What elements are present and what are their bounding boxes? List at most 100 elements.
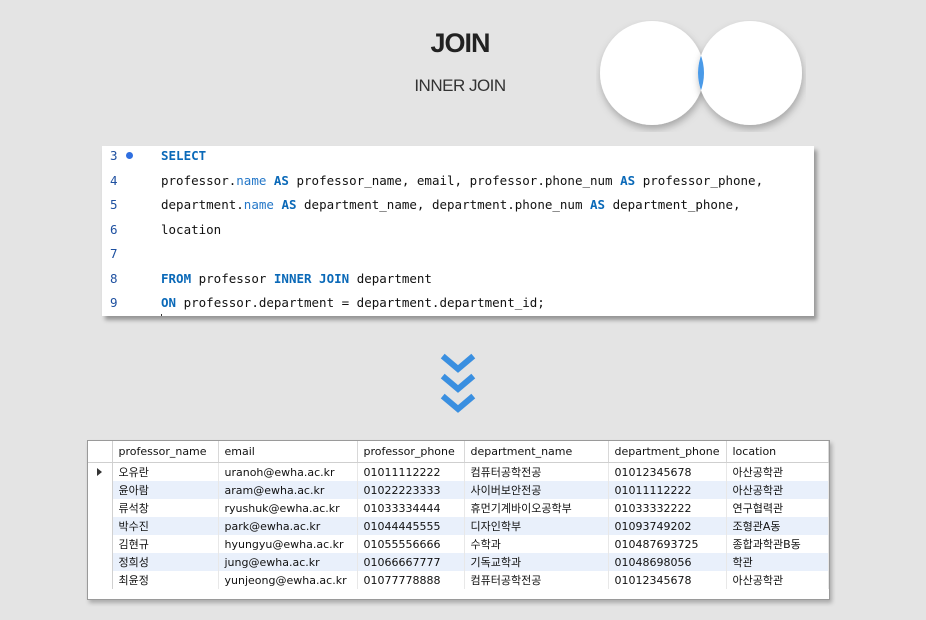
result-grid[interactable]: professor_name email professor_phone depart… bbox=[87, 440, 830, 600]
table-cell[interactable]: 01033334444 bbox=[357, 499, 465, 517]
code-token: professor_name, email, professor.phone_n… bbox=[288, 172, 621, 188]
table-cell[interactable]: ryushuk@ewha.ac.kr bbox=[218, 499, 358, 517]
code-text: ON professor.department = department.dep… bbox=[161, 292, 545, 314]
row-selector[interactable] bbox=[88, 535, 113, 553]
code-token: professor bbox=[191, 270, 274, 286]
code-text: professor.name AS professor_name, email,… bbox=[161, 170, 763, 192]
sql-keyword: AS bbox=[620, 172, 636, 188]
table-cell[interactable]: 정희성 bbox=[112, 553, 219, 571]
table-cell[interactable]: 김현규 bbox=[112, 535, 219, 553]
row-selector[interactable] bbox=[88, 553, 113, 571]
code-token: professor. bbox=[161, 172, 237, 188]
current-row-icon bbox=[97, 467, 103, 476]
column-header-department-name[interactable]: department_name bbox=[464, 441, 609, 463]
column-header-professor-phone[interactable]: professor_phone bbox=[357, 441, 465, 463]
code-line[interactable]: 5 department.name AS department_name, dep… bbox=[102, 194, 814, 218]
code-text: department.name AS department_name, depa… bbox=[161, 194, 741, 216]
line-number: 4 bbox=[110, 172, 118, 188]
row-selector[interactable] bbox=[88, 481, 113, 499]
sql-editor[interactable]: 3 SELECT 4 professor.name AS professor_name… bbox=[102, 146, 814, 316]
line-number: 9 bbox=[110, 295, 118, 310]
code-line[interactable]: 9 ON professor.department = department.de… bbox=[102, 292, 814, 316]
table-cell[interactable]: 휴먼기계바이오공학부 bbox=[464, 499, 609, 517]
table-cell[interactable]: 최윤정 bbox=[112, 571, 219, 589]
table-cell[interactable]: 디자인학부 bbox=[464, 517, 609, 535]
sql-keyword: AS bbox=[281, 197, 297, 212]
table-cell[interactable]: 01012345678 bbox=[608, 571, 727, 589]
code-text: FROM professor INNER JOIN department bbox=[161, 268, 432, 290]
table-cell[interactable]: 01055556666 bbox=[357, 535, 465, 553]
row-selector[interactable] bbox=[88, 571, 113, 589]
table-cell[interactable]: aram@ewha.ac.kr bbox=[218, 481, 358, 499]
statement-marker-icon bbox=[126, 152, 133, 159]
column-header-location[interactable]: location bbox=[726, 441, 829, 463]
code-token: professor.department = department.depart… bbox=[176, 295, 545, 310]
table-row[interactable]: 정희성 jung@ewha.ac.kr 01066667777 기독교학과 010486… bbox=[88, 553, 829, 571]
sql-keyword: FROM bbox=[161, 270, 192, 286]
code-line[interactable]: 8 FROM professor INNER JOIN department bbox=[102, 268, 814, 292]
table-row[interactable]: 최윤정 yunjeong@ewha.ac.kr 01077778888 컴퓨터공학전공… bbox=[88, 571, 829, 589]
table-cell[interactable]: yunjeong@ewha.ac.kr bbox=[218, 571, 358, 589]
table-cell[interactable]: 아산공학관 bbox=[726, 571, 829, 589]
table-cell[interactable]: uranoh@ewha.ac.kr bbox=[218, 462, 358, 481]
table-cell[interactable]: 01033332222 bbox=[608, 499, 727, 517]
table-row[interactable]: 박수진 park@ewha.ac.kr 01044445555 디자인학부 010937… bbox=[88, 517, 829, 535]
chevron-down-icon bbox=[440, 353, 476, 413]
table-cell[interactable]: 사이버보안전공 bbox=[464, 481, 609, 499]
table-cell[interactable]: 01066667777 bbox=[357, 553, 465, 571]
table-cell[interactable]: 박수진 bbox=[112, 517, 219, 535]
code-line[interactable]: 7 bbox=[102, 243, 814, 267]
table-cell[interactable]: 01093749202 bbox=[608, 517, 727, 535]
table-cell[interactable]: 01011112222 bbox=[608, 481, 727, 499]
code-text: SELECT bbox=[161, 146, 206, 167]
table-cell[interactable]: 수학과 bbox=[464, 535, 609, 553]
table-cell[interactable]: 기독교학과 bbox=[464, 553, 609, 571]
code-text: location bbox=[161, 219, 221, 241]
code-token: department bbox=[349, 270, 432, 286]
row-selector[interactable] bbox=[88, 517, 113, 535]
table-cell[interactable]: 윤아람 bbox=[112, 481, 219, 499]
row-selector-header bbox=[88, 441, 113, 463]
page-title: JOIN bbox=[430, 28, 490, 58]
table-cell[interactable]: 류석창 bbox=[112, 499, 219, 517]
table-cell[interactable]: hyungyu@ewha.ac.kr bbox=[218, 535, 358, 553]
table-cell[interactable]: 오유란 bbox=[112, 462, 219, 481]
sql-function: name bbox=[243, 197, 274, 212]
line-number: 8 bbox=[110, 270, 118, 286]
row-selector[interactable] bbox=[88, 462, 113, 481]
table-cell[interactable]: 종합과학관B동 bbox=[726, 535, 829, 553]
table-cell[interactable]: 아산공학관 bbox=[726, 462, 829, 481]
table-cell[interactable]: 01012345678 bbox=[608, 462, 727, 481]
table-cell[interactable]: jung@ewha.ac.kr bbox=[218, 553, 358, 571]
table-cell[interactable]: 010487693725 bbox=[608, 535, 727, 553]
column-header-professor-name[interactable]: professor_name bbox=[112, 441, 219, 463]
code-line[interactable]: 3 SELECT bbox=[102, 146, 814, 169]
sql-keyword: AS bbox=[590, 197, 606, 212]
table-cell[interactable]: 컴퓨터공학전공 bbox=[464, 462, 609, 481]
code-token: department. bbox=[161, 197, 244, 212]
line-number: 7 bbox=[110, 246, 118, 261]
venn-right-circle bbox=[698, 21, 802, 125]
table-cell[interactable]: park@ewha.ac.kr bbox=[218, 517, 358, 535]
table-cell[interactable]: 연구협력관 bbox=[726, 499, 829, 517]
column-header-department-phone[interactable]: department_phone bbox=[608, 441, 727, 463]
table-cell[interactable]: 01022223333 bbox=[357, 481, 465, 499]
page-subtitle: INNER JOIN bbox=[414, 76, 506, 95]
table-cell[interactable]: 01011112222 bbox=[357, 462, 465, 481]
table-row[interactable]: 윤아람 aram@ewha.ac.kr 01022223333 사이버보안전공 0101… bbox=[88, 481, 829, 499]
sql-keyword: ON bbox=[161, 295, 177, 310]
table-cell[interactable]: 조형관A동 bbox=[726, 517, 829, 535]
table-row[interactable]: 김현규 hyungyu@ewha.ac.kr 01055556666 수학과 01048… bbox=[88, 535, 829, 553]
code-line[interactable]: 6 location bbox=[102, 219, 814, 243]
table-cell[interactable]: 01044445555 bbox=[357, 517, 465, 535]
table-row[interactable]: 오유란 uranoh@ewha.ac.kr 01011112222 컴퓨터공학전공 01… bbox=[88, 462, 829, 481]
column-header-email[interactable]: email bbox=[218, 441, 358, 463]
table-cell[interactable]: 학관 bbox=[726, 553, 829, 571]
table-row[interactable]: 류석창 ryushuk@ewha.ac.kr 01033334444 휴먼기계바이오공… bbox=[88, 499, 829, 517]
code-line[interactable]: 4 professor.name AS professor_name, email… bbox=[102, 170, 814, 194]
table-cell[interactable]: 01048698056 bbox=[608, 553, 727, 571]
table-cell[interactable]: 컴퓨터공학전공 bbox=[464, 571, 609, 589]
table-cell[interactable]: 01077778888 bbox=[357, 571, 465, 589]
row-selector[interactable] bbox=[88, 499, 113, 517]
table-cell[interactable]: 아산공학관 bbox=[726, 481, 829, 499]
